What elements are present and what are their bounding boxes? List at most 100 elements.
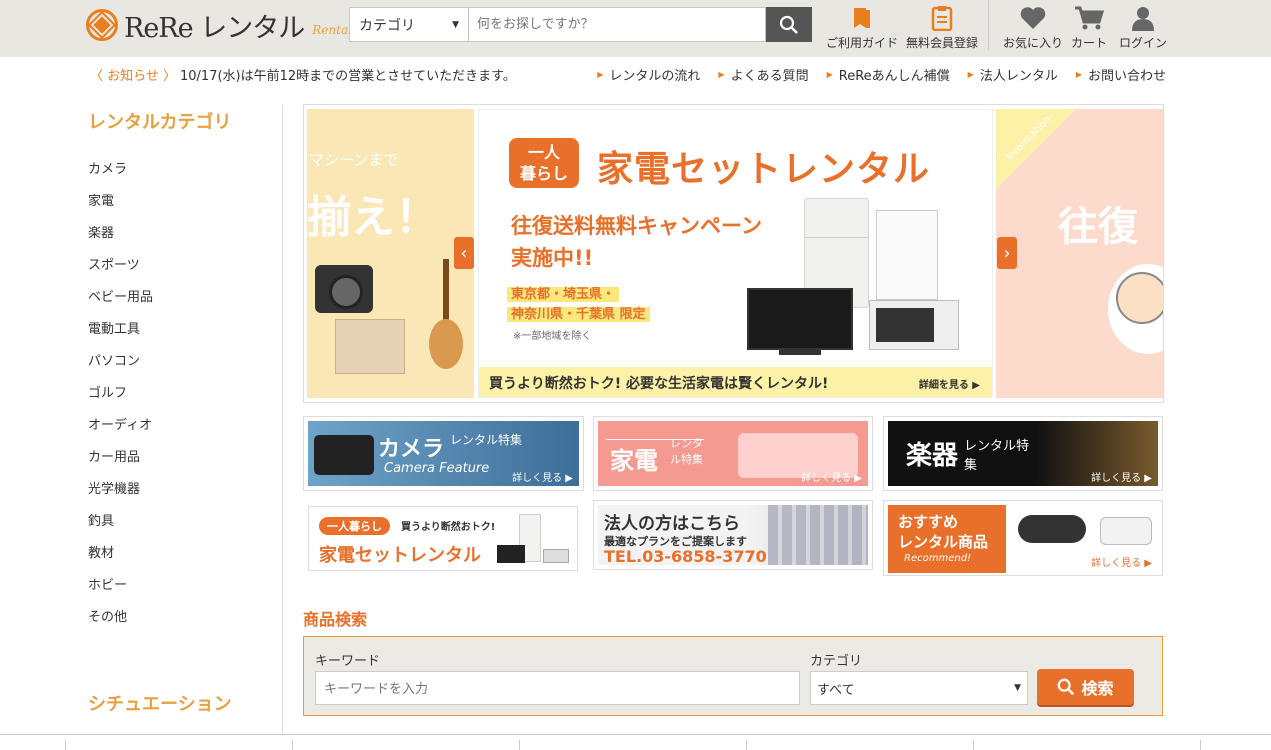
footer-strip: [0, 734, 1271, 750]
category-sidebar: レンタルカテゴリ カメラ 家電 楽器 スポーツ ベビー用品 電動工具 パソコン …: [88, 105, 283, 735]
carousel-next-button[interactable]: ›: [997, 237, 1017, 269]
sidebar-item-car[interactable]: カー用品: [88, 442, 282, 474]
product-search-button[interactable]: 検索: [1037, 669, 1134, 705]
sidebar-item-audio[interactable]: オーディオ: [88, 410, 282, 442]
banner-camera-en: Camera Feature: [384, 461, 490, 476]
category-dropdown[interactable]: すべて ▼: [810, 671, 1028, 705]
sidebar-item-sports[interactable]: スポーツ: [88, 250, 282, 282]
product-boxes-image: [335, 319, 405, 374]
carousel-prev-button[interactable]: ‹: [454, 237, 474, 269]
search-input[interactable]: [468, 7, 766, 42]
category-label: カテゴリ: [810, 654, 863, 669]
category-dropdown-value: すべて: [817, 682, 855, 698]
login-link[interactable]: ログイン: [1119, 4, 1167, 51]
sidebar-item-camera[interactable]: カメラ: [88, 154, 282, 186]
banner-camera-title: カメラ: [378, 437, 445, 462]
banner-recommend-drone-image: [1018, 515, 1086, 543]
chevron-right-icon: ›: [1003, 242, 1011, 264]
logo-mark-icon: [86, 9, 118, 41]
slide-detail-link[interactable]: 詳細を見る ▶: [919, 376, 980, 391]
slide-next-title: 往復: [1058, 204, 1138, 250]
sidebar-item-fishing[interactable]: 釣具: [88, 506, 282, 538]
clipboard-icon: [931, 4, 953, 32]
banner-appliance[interactable]: 家電 レンタル特集 詳しく見る ▶: [593, 416, 873, 491]
banner-corporate-buildings-image: [768, 505, 868, 565]
header-divider: [988, 0, 989, 50]
slide-note: ※一部地域を除く: [513, 331, 592, 342]
header-search: カテゴリ ▼: [349, 7, 812, 42]
dropdown-arrow-icon: ▼: [1014, 683, 1021, 693]
sidebar-item-baby[interactable]: ベビー用品: [88, 282, 282, 314]
banner-instrument[interactable]: 楽器 レンタル特集 詳しく見る ▶: [883, 416, 1163, 491]
keyword-input[interactable]: [315, 671, 800, 705]
cart-link[interactable]: カート: [1071, 4, 1107, 51]
tv-image: [747, 288, 853, 350]
banner-recommend-en: Recommend!: [904, 553, 972, 564]
sidebar-title: レンタルカテゴリ: [88, 112, 232, 133]
sidebar-item-other[interactable]: その他: [88, 602, 282, 634]
link-contact[interactable]: お問い合わせ: [1076, 65, 1166, 84]
register-label: 無料会員登録: [906, 36, 979, 50]
slide-badge: 一人 暮らし: [509, 138, 579, 188]
site-logo[interactable]: ReRe レンタル Rental: [86, 7, 352, 44]
sidebar-item-appliance[interactable]: 家電: [88, 186, 282, 218]
product-search-title: 商品検索: [303, 610, 368, 629]
slide-prev-line2: 揃え！: [307, 192, 439, 243]
slide-prev[interactable]: マシーンまで 揃え！: [307, 109, 474, 398]
sidebar-item-golf[interactable]: ゴルフ: [88, 378, 282, 410]
search-icon: [779, 15, 798, 34]
search-button[interactable]: [766, 7, 812, 42]
sidebar-item-instrument[interactable]: 楽器: [88, 218, 282, 250]
slide-next[interactable]: Information 往復: [996, 109, 1163, 398]
banner-corporate[interactable]: 法人の方はこちら 最適なプランをご提案します TEL.03-6858-3770: [593, 500, 873, 570]
keyword-label: キーワード: [315, 654, 381, 669]
banner-appliance-more: 詳しく見る ▶: [801, 473, 862, 484]
news-label[interactable]: 〈 お知らせ 〉: [90, 65, 176, 84]
book-icon: [851, 4, 873, 32]
slide-area-line1: 東京都・埼玉県・: [507, 287, 620, 302]
banner-set-tag: 買うより断然おトク!: [401, 522, 496, 533]
banner-recommend-title2: レンタル商品: [898, 533, 989, 551]
info-ribbon: [996, 109, 1076, 189]
heart-icon: [1019, 4, 1047, 32]
sidebar-item-pc[interactable]: パソコン: [88, 346, 282, 378]
search-icon: [1058, 678, 1075, 696]
sidebar-item-optics[interactable]: 光学機器: [88, 474, 282, 506]
slide-campaign-line1: 往復送料無料キャンペーン: [511, 214, 762, 238]
banner-appliance-title: 家電: [610, 447, 658, 475]
user-icon: [1130, 4, 1156, 32]
guide-link[interactable]: ご利用ガイド: [826, 4, 898, 51]
logo-text: ReRe レンタル: [124, 12, 305, 44]
register-link[interactable]: 無料会員登録: [906, 4, 978, 51]
login-label: ログイン: [1119, 36, 1168, 50]
sidebar-item-power-tools[interactable]: 電動工具: [88, 314, 282, 346]
sidebar-item-education[interactable]: 教材: [88, 538, 282, 570]
link-rental-flow[interactable]: レンタルの流れ: [597, 65, 700, 84]
banner-recommend-actioncam-image: [1100, 517, 1152, 545]
top-links: レンタルの流れ よくある質問 ReReあんしん補償 法人レンタル お問い合わせ: [597, 65, 1166, 84]
banner-instrument-sub: レンタル特集: [964, 439, 1030, 473]
tv-stand-image: [779, 350, 821, 355]
category-select[interactable]: カテゴリ ▼: [349, 7, 468, 42]
chevron-left-icon: ‹: [460, 242, 468, 264]
banner-camera-more: 詳しく見る ▶: [512, 473, 573, 484]
camera-image: [315, 265, 373, 313]
slide-current[interactable]: 一人 暮らし 家電セットレンタル 往復送料無料キャンペーン 実施中!! 東京都・埼…: [478, 109, 993, 398]
link-faq[interactable]: よくある質問: [718, 65, 809, 84]
washer-image: [876, 210, 938, 300]
slide-campaign: 往復送料無料キャンペーン 実施中!!: [511, 210, 762, 274]
sidebar-item-hobby[interactable]: ホビー: [88, 570, 282, 602]
info-bar: 〈 お知らせ 〉 10/17(水)は午前12時までの営業とさせていただきます。 …: [0, 57, 1271, 91]
favorites-link[interactable]: お気に入り: [1003, 4, 1063, 51]
site-header: ReRe レンタル Rental カテゴリ ▼ ご利用ガイド 無料会員登録: [0, 0, 1271, 57]
banner-appliance-set[interactable]: 一人暮らし 買うより断然おトク! 家電セットレンタル: [308, 506, 578, 571]
favorites-label: お気に入り: [1003, 36, 1064, 50]
link-insurance[interactable]: ReReあんしん補償: [827, 65, 950, 84]
banner-camera-sub: レンタル特集: [450, 433, 523, 447]
product-search-form: キーワード カテゴリ すべて ▼ 検索: [303, 636, 1163, 716]
banner-camera[interactable]: カメラ レンタル特集 Camera Feature 詳しく見る ▶: [303, 416, 584, 491]
category-list: カメラ 家電 楽器 スポーツ ベビー用品 電動工具 パソコン ゴルフ オーディオ…: [88, 154, 282, 634]
link-corporate[interactable]: 法人レンタル: [968, 65, 1058, 84]
news-text[interactable]: 10/17(水)は午前12時までの営業とさせていただきます。: [180, 65, 516, 84]
banner-recommend[interactable]: おすすめ レンタル商品 Recommend! 詳しく見る ▶: [883, 500, 1163, 576]
